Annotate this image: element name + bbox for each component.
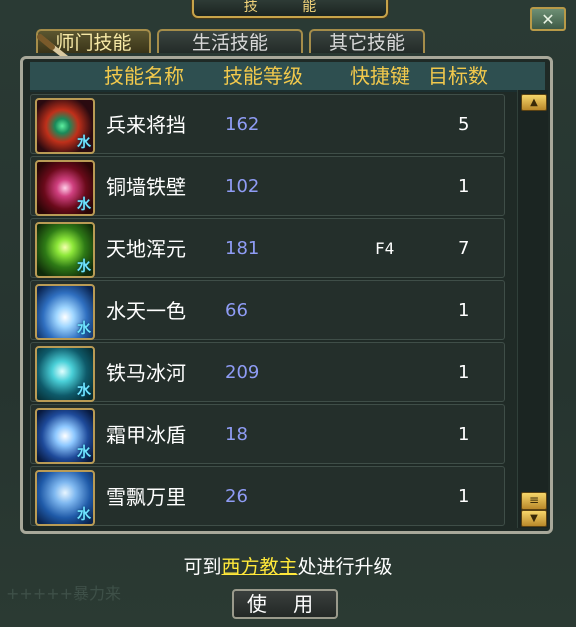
frost-armor-icon[interactable]: 水 xyxy=(35,408,95,464)
header-hotkey: 快捷键 xyxy=(350,64,410,88)
snowfall-icon[interactable]: 水 xyxy=(35,470,95,526)
header-skill-name: 技能名称 xyxy=(104,64,184,88)
skill-level: 209 xyxy=(225,362,260,383)
skill-level: 18 xyxy=(225,424,248,445)
skill-row[interactable]: 水 雪飘万里 26 1 xyxy=(30,466,505,526)
skill-target-count: 1 xyxy=(458,176,470,197)
skill-row[interactable]: 水 兵来将挡 162 5 xyxy=(30,94,505,154)
background-text: +++++暴力来 xyxy=(6,584,122,603)
use-button[interactable]: 使 用 xyxy=(232,589,338,619)
tab-other-skills[interactable]: 其它技能 xyxy=(309,29,425,54)
scroll-up-button[interactable]: ▲ xyxy=(521,94,547,111)
skill-target-count: 7 xyxy=(458,238,470,259)
skill-target-count: 1 xyxy=(458,486,470,507)
skill-name: 雪飘万里 xyxy=(106,485,186,509)
ice-horse-icon[interactable]: 水 xyxy=(35,346,95,402)
skill-target-count: 5 xyxy=(458,114,470,135)
header-skill-level: 技能等级 xyxy=(223,64,303,88)
swords-aura-icon[interactable]: 水 xyxy=(35,98,95,154)
skill-name: 水天一色 xyxy=(106,299,186,323)
scrollbar[interactable]: ▲ ≡ ▼ xyxy=(517,90,548,528)
hint-suffix: 处进行升级 xyxy=(297,556,393,578)
arrow-up-icon: ▲ xyxy=(530,97,538,108)
upgrade-hint: 可到西方教主处进行升级 xyxy=(0,552,576,579)
close-icon: ✕ xyxy=(541,9,555,29)
scroll-thumb[interactable]: ≡ xyxy=(521,492,547,510)
shield-burst-icon[interactable]: 水 xyxy=(35,160,95,216)
skill-level: 162 xyxy=(225,114,260,135)
skill-name: 铜墙铁壁 xyxy=(106,175,186,199)
skill-row[interactable]: 水 水天一色 66 1 xyxy=(30,280,505,340)
water-element-badge: 水 xyxy=(77,259,91,275)
skill-name: 兵来将挡 xyxy=(106,113,186,137)
skill-row[interactable]: 水 铁马冰河 209 1 xyxy=(30,342,505,402)
skill-name: 铁马冰河 xyxy=(106,361,186,385)
water-element-badge: 水 xyxy=(77,135,91,151)
water-element-badge: 水 xyxy=(77,197,91,213)
close-button[interactable]: ✕ xyxy=(530,7,566,31)
npc-link[interactable]: 西方教主 xyxy=(221,556,297,578)
skill-target-count: 1 xyxy=(458,362,470,383)
skill-list: 水 兵来将挡 162 5 水 铜墙铁壁 102 1 水 天地浑元 181 F4 … xyxy=(30,90,505,530)
green-orb-icon[interactable]: 水 xyxy=(35,222,95,278)
skill-hotkey: F4 xyxy=(375,239,395,258)
skill-target-count: 1 xyxy=(458,300,470,321)
skills-window: 技 能 ✕ 师门技能 生活技能 其它技能 技能名称 技能等级 快捷键 目标数 水… xyxy=(0,0,576,627)
tab-life-skills[interactable]: 生活技能 xyxy=(157,29,303,54)
skill-row[interactable]: 水 铜墙铁壁 102 1 xyxy=(30,156,505,216)
hint-prefix: 可到 xyxy=(183,556,222,578)
skill-name: 天地浑元 xyxy=(106,237,186,261)
skill-level: 66 xyxy=(225,300,248,321)
water-element-badge: 水 xyxy=(77,383,91,399)
arrow-down-icon: ▼ xyxy=(530,513,538,524)
water-element-badge: 水 xyxy=(77,321,91,337)
skill-row[interactable]: 水 霜甲冰盾 18 1 xyxy=(30,404,505,464)
water-splash-icon[interactable]: 水 xyxy=(35,284,95,340)
header-target-count: 目标数 xyxy=(428,64,488,88)
grip-icon: ≡ xyxy=(528,493,540,507)
skill-target-count: 1 xyxy=(458,424,470,445)
skill-row[interactable]: 水 天地浑元 181 F4 7 xyxy=(30,218,505,278)
water-element-badge: 水 xyxy=(77,507,91,523)
skill-level: 26 xyxy=(225,486,248,507)
skill-level: 181 xyxy=(225,238,260,259)
skill-name: 霜甲冰盾 xyxy=(106,423,186,447)
scroll-down-button[interactable]: ▼ xyxy=(521,510,547,527)
table-header: 技能名称 技能等级 快捷键 目标数 xyxy=(30,62,545,92)
window-title: 技 能 xyxy=(192,0,388,18)
water-element-badge: 水 xyxy=(77,445,91,461)
skill-level: 102 xyxy=(225,176,260,197)
